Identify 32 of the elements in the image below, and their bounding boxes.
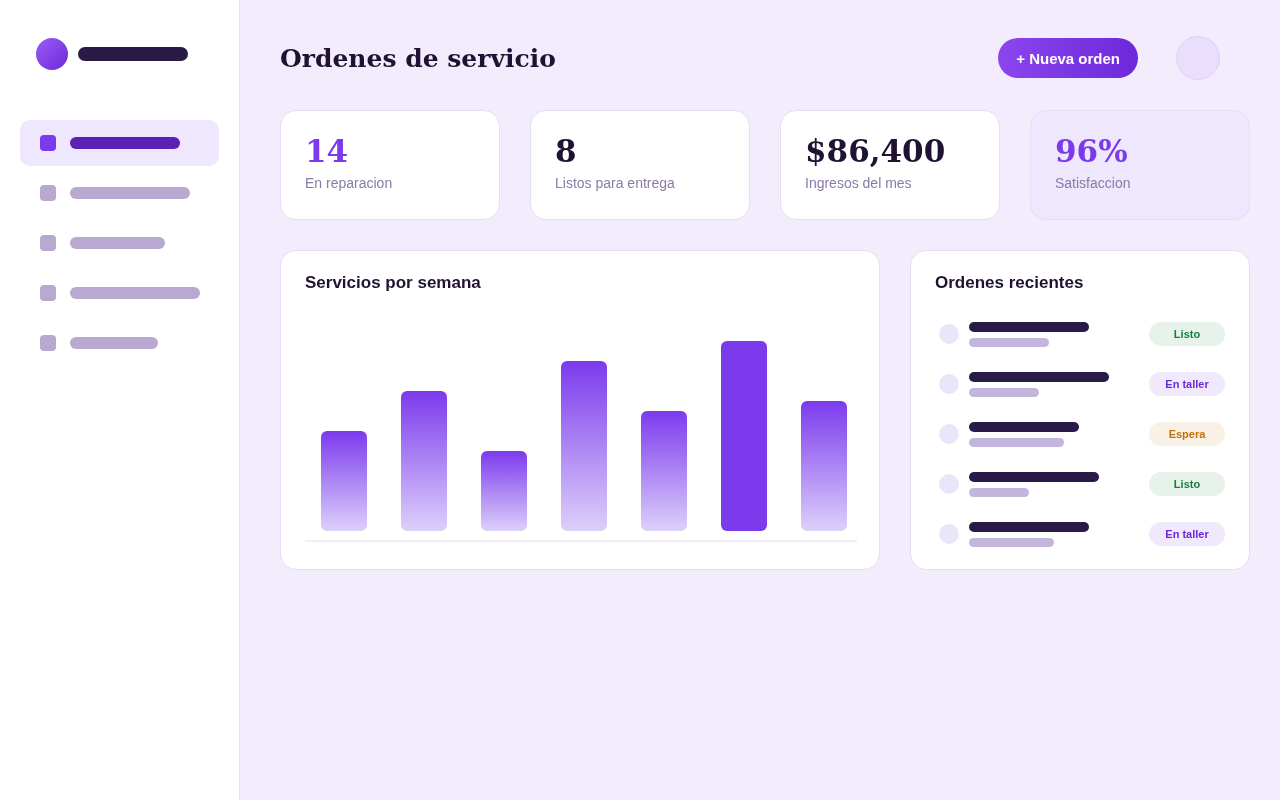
text-placeholder [969, 487, 1029, 497]
avatar-icon [939, 374, 959, 394]
stat-label: Ingresos del mes [805, 175, 913, 191]
avatar-icon [939, 424, 959, 444]
stat-label: En reparacion [305, 175, 394, 191]
stat-value: 14 [305, 133, 350, 169]
stat-label: Listos para entrega [555, 175, 676, 191]
status-badge: Listo [1149, 472, 1225, 496]
stat-label: Satisfaccion [1055, 175, 1132, 191]
status-badge: Listo [1149, 322, 1225, 346]
nav-icon [40, 235, 56, 251]
stat-value: 8 [555, 133, 578, 169]
sidebar-item[interactable] [20, 120, 219, 166]
status-badge: En taller [1149, 372, 1225, 396]
nav-icon [40, 185, 56, 201]
panel-title: Ordenes recientes [935, 273, 1085, 293]
page-title: Ordenes de servicio [280, 43, 557, 73]
text-placeholder [969, 387, 1039, 397]
stat-value: 96% [1055, 133, 1129, 169]
avatar[interactable] [1176, 36, 1220, 80]
nav-icon [40, 285, 56, 301]
logo-icon [36, 38, 68, 70]
nav-icon [40, 135, 56, 151]
status-badge: Espera [1149, 422, 1225, 446]
avatar-icon [939, 524, 959, 544]
new-order-button[interactable]: + Nueva orden [998, 38, 1138, 78]
stat-value: $86,400 [805, 133, 947, 169]
avatar-icon [939, 324, 959, 344]
avatar-icon [939, 474, 959, 494]
nav-icon [40, 335, 56, 351]
status-badge: En taller [1149, 522, 1225, 546]
panel-title: Servicios por semana [305, 273, 482, 293]
